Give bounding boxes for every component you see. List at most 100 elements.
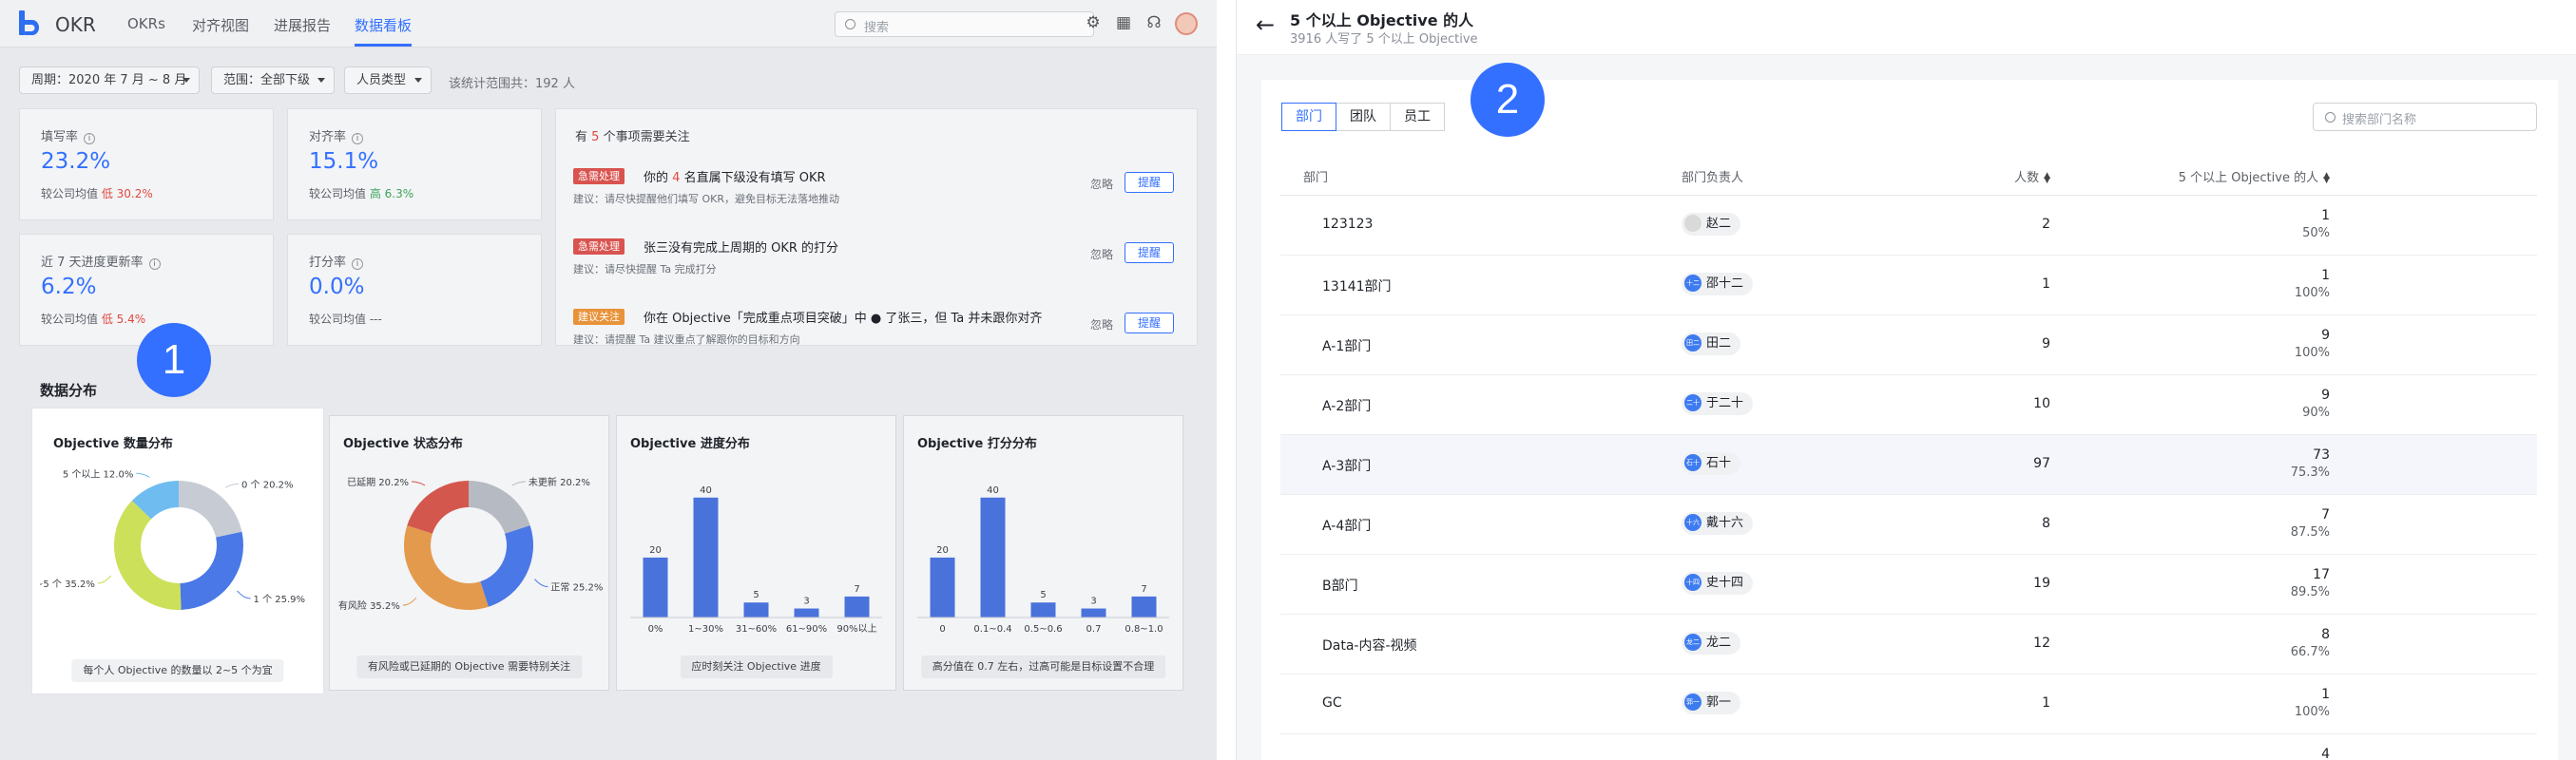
grid-icon[interactable]: ▦ — [1114, 13, 1133, 32]
owner-chip[interactable]: 郭一 郭一 — [1682, 692, 1741, 714]
chart-note: 每个人 Objective 的数量以 2~5 个为宜 — [71, 659, 284, 682]
bar[interactable] — [1131, 596, 1157, 618]
owner-name: 石十 — [1706, 456, 1732, 470]
donut-slice[interactable] — [113, 501, 182, 610]
table-row[interactable]: GC 郭一 郭一 1 1 100% — [1280, 674, 2537, 734]
nav-progress-report[interactable]: 进展报告 — [274, 15, 331, 35]
bar[interactable] — [844, 596, 870, 618]
donut-slice[interactable] — [404, 525, 489, 610]
bar[interactable] — [1081, 608, 1106, 618]
col-over-five[interactable]: 5 个以上 Objective 的人 ▲ ▼ — [2179, 167, 2330, 185]
bar[interactable] — [980, 497, 1006, 618]
x-tick-label: 0 — [939, 624, 945, 635]
bar[interactable] — [1030, 602, 1056, 618]
slice-label: 已延期 20.2% — [347, 477, 409, 488]
chart-card-objective-status[interactable]: Objective 状态分布 未更新 20.2% 正常 25.2% 有风险 35.2… — [329, 415, 609, 691]
people-type-label: 人员类型 — [356, 73, 407, 87]
people-type-filter[interactable]: 人员类型 — [344, 66, 432, 94]
table-row[interactable]: B部门 十四 史十四 19 17 89.5% — [1280, 555, 2537, 615]
gear-icon[interactable]: ⚙ — [1084, 13, 1103, 32]
over-five-count: 1 — [2321, 208, 2330, 223]
donut-slice[interactable] — [469, 481, 530, 534]
nav-data-dashboard[interactable]: 数据看板 — [355, 15, 412, 35]
info-icon[interactable]: i — [352, 133, 364, 144]
range-filter[interactable]: 范围：全部下级 — [211, 66, 335, 94]
sort-icon[interactable]: ▲ ▼ — [2323, 171, 2330, 184]
headset-icon[interactable]: ☊ — [1144, 13, 1163, 32]
info-icon[interactable]: i — [148, 258, 161, 270]
bar-value-label: 5 — [1040, 590, 1046, 600]
tab-team[interactable]: 团队 — [1336, 103, 1391, 131]
period-filter[interactable]: 周期：2020 年 7 月 ~ 8 月 — [19, 66, 200, 94]
ignore-link[interactable]: 忽略 — [1090, 176, 1113, 192]
metric-value: 23.2% — [41, 149, 111, 174]
over-five-percent: 100% — [2294, 346, 2330, 360]
over-five-cell: 1 100% — [2295, 267, 2330, 303]
owner-name: 郭一 — [1706, 695, 1732, 710]
owner-chip[interactable]: 十六 戴十六 — [1682, 512, 1754, 535]
x-tick-label: 0.8~1.0 — [1125, 624, 1163, 635]
table-row[interactable]: A-3部门 石十 石十 97 73 75.3% — [1280, 435, 2537, 495]
group-tabs: 部门 团队 员工 — [1281, 103, 1445, 131]
chart-card-objective-progress[interactable]: Objective 进度分布 20 0% 40 1~30% 5 31~60% 3 61~90%… — [616, 415, 896, 691]
owner-chip[interactable]: 石十 石十 — [1682, 452, 1741, 475]
bar[interactable] — [930, 557, 955, 618]
back-arrow-icon[interactable]: ← — [1256, 13, 1275, 36]
top-nav: OKR OKRs 对齐视图 进展报告 数据看板 搜索 ⚙ ▦ ☊ — [0, 0, 1217, 48]
donut-slice[interactable] — [480, 525, 533, 607]
bar[interactable] — [743, 602, 769, 618]
remind-button[interactable]: 提醒 — [1125, 313, 1174, 333]
metric-compare: 较公司均值 低 30.2% — [41, 187, 153, 200]
ignore-link[interactable]: 忽略 — [1090, 246, 1113, 262]
nav-okrs[interactable]: OKRs — [127, 15, 165, 32]
slice-label: 5 个以上 12.0% — [63, 468, 134, 480]
logo-icon — [19, 10, 39, 35]
owner-chip[interactable]: 龙二 龙二 — [1682, 632, 1741, 655]
table-row[interactable]: A-1部门 田二 田二 9 9 100% — [1280, 315, 2537, 375]
remind-button[interactable]: 提醒 — [1125, 172, 1174, 193]
headcount: 8 — [2042, 516, 2050, 531]
x-tick-label: 0.7 — [1086, 624, 1102, 635]
table-row[interactable]: A-2部门 二十 于二十 10 9 90% — [1280, 375, 2537, 435]
over-five-cell: 73 75.3% — [2291, 446, 2330, 483]
bar[interactable] — [693, 497, 719, 618]
metric-card-update-rate: 近 7 天进度更新率 i 6.2% 较公司均值 低 5.4% — [19, 234, 274, 346]
donut-slice[interactable] — [180, 531, 243, 610]
table-row[interactable]: A-4部门 十六 戴十六 8 7 87.5% — [1280, 495, 2537, 555]
chart-card-objective-score[interactable]: Objective 打分分布 20 0 40 0.1~0.4 5 0.5~0.6 3 0.7 7… — [903, 415, 1183, 691]
donut-slice[interactable] — [179, 481, 242, 538]
tab-department[interactable]: 部门 — [1281, 103, 1336, 131]
step-badge-2: 2 — [1471, 63, 1545, 137]
remind-button[interactable]: 提醒 — [1125, 242, 1174, 263]
owner-chip[interactable]: 田二 田二 — [1682, 332, 1741, 355]
owner-chip[interactable]: 十四 史十四 — [1682, 572, 1754, 595]
attention-item-suggestion: 建议：请提醒 Ta 建议重点了解跟你的目标和方向 — [573, 333, 800, 346]
owner-name: 于二十 — [1706, 396, 1744, 410]
info-icon[interactable]: i — [84, 133, 96, 144]
metric-value: 0.0% — [309, 275, 365, 299]
tab-employee[interactable]: 员工 — [1390, 103, 1445, 131]
x-tick-label: 0.5~0.6 — [1024, 624, 1062, 635]
bar[interactable] — [794, 608, 819, 618]
owner-chip[interactable]: 十二 邵十二 — [1682, 273, 1754, 295]
table-row[interactable]: 13141部门 十二 邵十二 1 1 100% — [1280, 256, 2537, 315]
detail-subtitle: 3916 人写了 5 个以上 Objective — [1290, 32, 1478, 47]
bar[interactable] — [643, 557, 668, 618]
sort-icon[interactable]: ▲ ▼ — [2044, 171, 2050, 184]
attention-item-title: 你的 4 名直属下级没有填写 OKR — [644, 171, 826, 185]
chart-card-objective-count[interactable]: Objective 数量分布 0 个 20.2%1 个 25.9%2~5 个 3… — [32, 408, 323, 694]
table-row[interactable]: 123123 赵二 2 1 50% — [1280, 196, 2537, 256]
department-search-input[interactable]: 搜索部门名称 — [2313, 103, 2537, 131]
search-input[interactable]: 搜索 — [835, 11, 1094, 37]
table-row[interactable]: 4 — [1280, 734, 2537, 760]
avatar[interactable] — [1175, 12, 1198, 35]
attention-title: 有 5 个事项需要关注 — [575, 130, 690, 144]
ignore-link[interactable]: 忽略 — [1090, 316, 1113, 332]
table-row[interactable]: Data-内容-视频 龙二 龙二 12 8 66.7% — [1280, 615, 2537, 674]
info-icon[interactable]: i — [352, 258, 364, 270]
owner-chip[interactable]: 赵二 — [1682, 213, 1741, 236]
donut-slice[interactable] — [407, 481, 469, 534]
col-headcount[interactable]: 人数 ▲ ▼ — [2014, 167, 2050, 185]
owner-chip[interactable]: 二十 于二十 — [1682, 392, 1754, 415]
nav-alignment-view[interactable]: 对齐视图 — [192, 15, 249, 35]
